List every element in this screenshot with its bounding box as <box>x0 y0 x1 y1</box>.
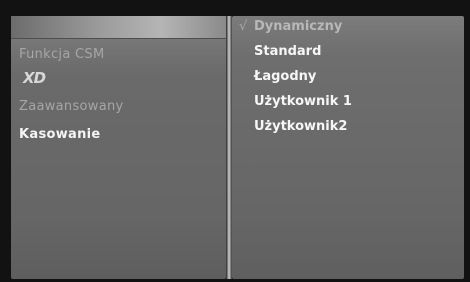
tv-osd-screen: Funkcja CSM XD Zaawansowany Kasowanie √ … <box>0 0 470 282</box>
main-menu-header <box>11 16 226 39</box>
checkmark-icon: √ <box>239 19 248 34</box>
main-menu-panel: Funkcja CSM XD Zaawansowany Kasowanie <box>11 16 226 279</box>
option-user-2[interactable]: Użytkownik2 <box>254 119 347 134</box>
option-dynamic[interactable]: Dynamiczny <box>254 19 342 34</box>
menu-item-csm-function[interactable]: Funkcja CSM <box>19 47 104 62</box>
submenu-panel: √ Dynamiczny Standard Łagodny Użytkownik… <box>232 16 464 279</box>
menu-item-advanced[interactable]: Zaawansowany <box>19 99 124 114</box>
menu-item-reset[interactable]: Kasowanie <box>19 127 101 142</box>
option-user-1[interactable]: Użytkownik 1 <box>254 94 352 109</box>
option-mild[interactable]: Łagodny <box>254 69 316 84</box>
option-standard[interactable]: Standard <box>254 44 321 59</box>
xd-logo[interactable]: XD <box>23 69 46 87</box>
